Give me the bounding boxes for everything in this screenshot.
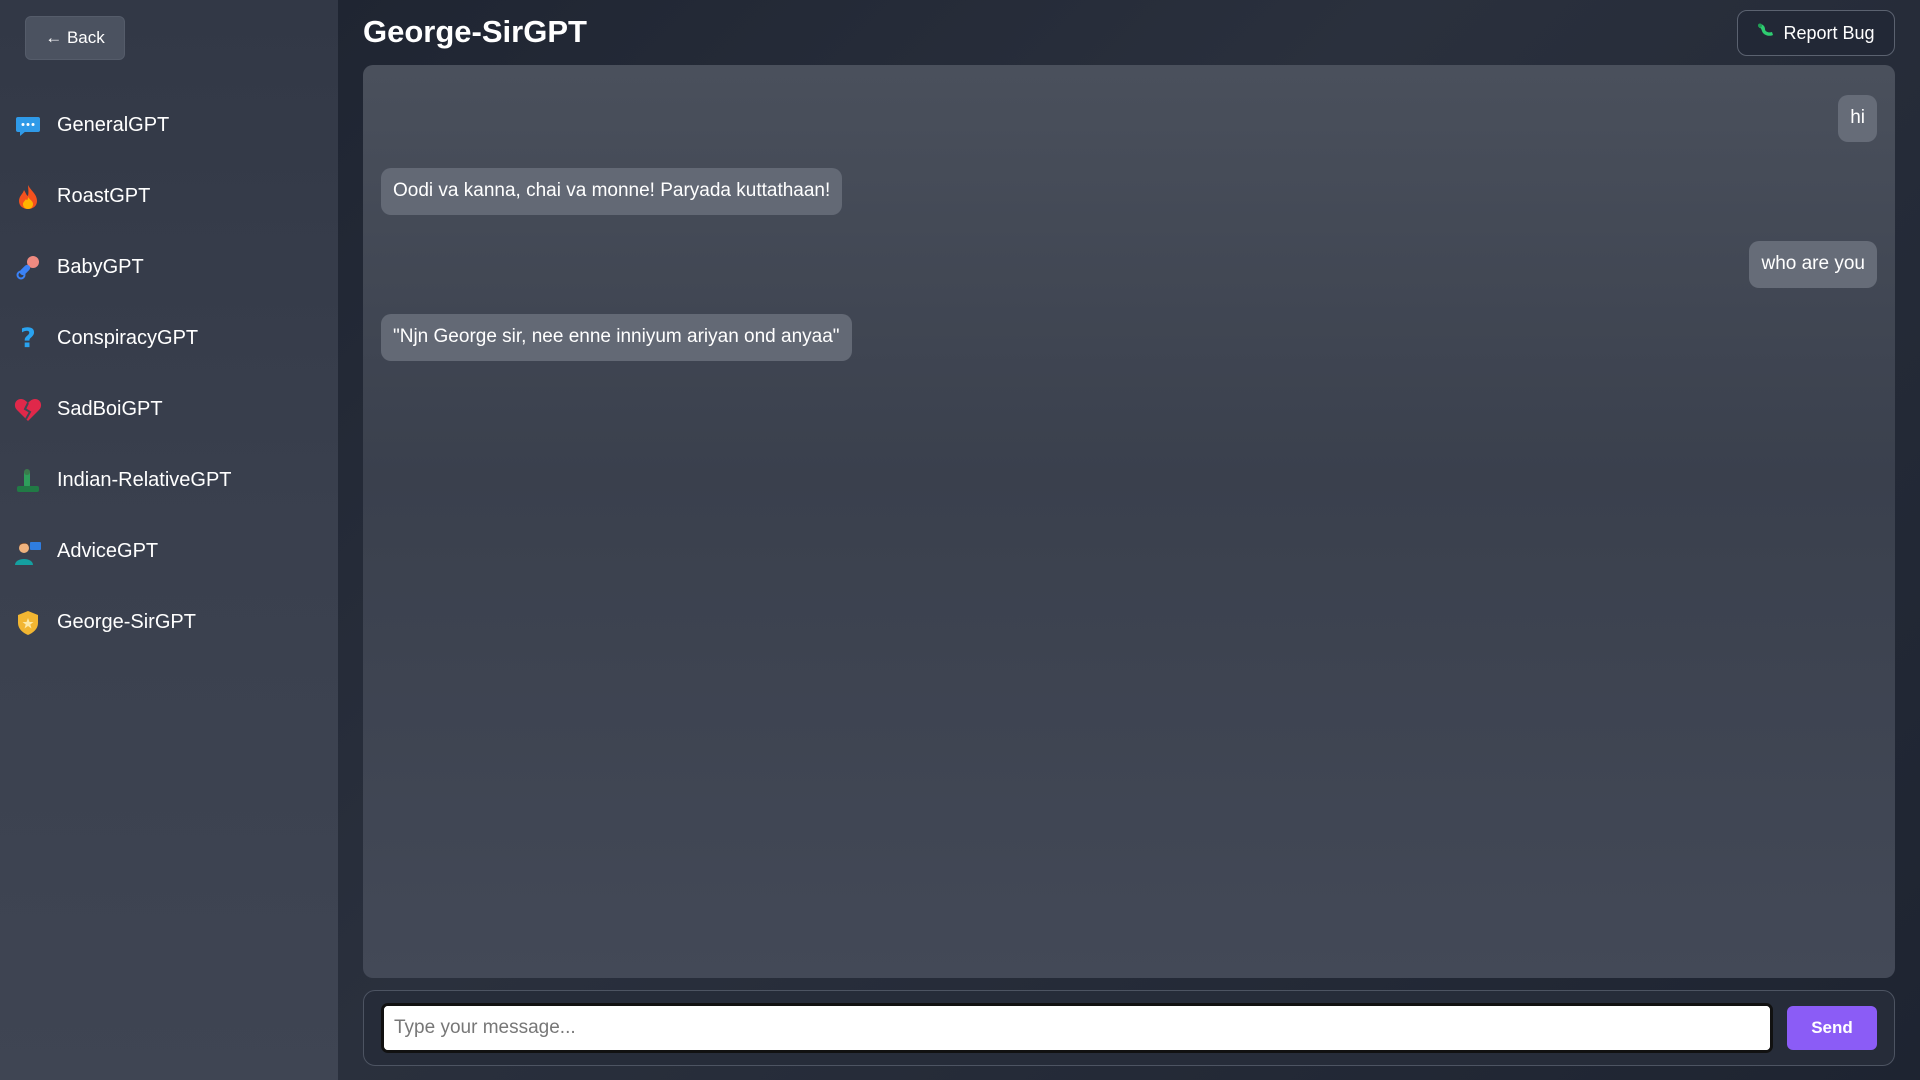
sidebar-item-label: AdviceGPT [57,540,159,562]
page-title: George-SirGPT [363,14,587,49]
badge-icon [14,609,42,637]
message-input[interactable] [381,1003,1773,1053]
sidebar-item-advicegpt[interactable]: AdviceGPT [0,516,338,587]
message-row-user: hi [381,95,1877,142]
message-composer: Send [363,990,1895,1066]
sidebar-item-label: SadBoiGPT [57,398,163,420]
sidebar-item-label: ConspiracyGPT [57,327,199,349]
sidebar-nav: GeneralGPT RoastGPT BabyGPT ? Conspiracy… [0,90,338,658]
message-row-user: who are you [381,240,1877,288]
pacifier-icon [14,254,42,282]
sidebar-item-generalgpt[interactable]: GeneralGPT [0,90,338,161]
chat-panel: hi Oodi va kanna, chai va monne! Paryada… [363,65,1895,978]
app-root: ← Back GeneralGPT RoastGPT BabyGPT ? Con… [0,0,1920,1080]
sidebar-item-label: GeneralGPT [57,114,170,136]
sidebar-item-indian-relativegpt[interactable]: Indian-RelativeGPT [0,445,338,516]
sidebar: ← Back GeneralGPT RoastGPT BabyGPT ? Con… [0,0,338,1080]
sidebar-item-label: BabyGPT [57,256,144,278]
advisor-icon [14,538,42,566]
sidebar-item-conspiracygpt[interactable]: ? ConspiracyGPT [0,303,338,374]
report-bug-button[interactable]: Report Bug [1737,10,1895,56]
sidebar-item-label: RoastGPT [57,185,151,207]
user-message-bubble: hi [1838,95,1877,142]
sidebar-item-label: George-SirGPT [57,611,196,633]
sidebar-item-label: Indian-RelativeGPT [57,469,232,491]
user-message-bubble: who are you [1749,240,1877,288]
message-row-bot: Oodi va kanna, chai va monne! Paryada ku… [381,167,1877,215]
bot-message-bubble: "Njn George sir, nee enne inniyum ariyan… [381,313,852,361]
bug-icon [1757,22,1775,45]
message-row-bot: "Njn George sir, nee enne inniyum ariyan… [381,313,1877,361]
speech-bubble-icon [14,112,42,140]
broken-heart-icon [14,396,42,424]
back-button[interactable]: ← Back [25,16,125,60]
send-button[interactable]: Send [1787,1006,1877,1050]
sidebar-item-sadboigpt[interactable]: SadBoiGPT [0,374,338,445]
question-mark-icon: ? [20,323,36,354]
sidebar-item-george-sirgpt[interactable]: George-SirGPT [0,587,338,658]
sidebar-item-babygpt[interactable]: BabyGPT [0,232,338,303]
report-bug-label: Report Bug [1783,22,1875,43]
main-area: George-SirGPT Report Bug hi Oodi va kann… [338,0,1920,1080]
bot-message-bubble: Oodi va kanna, chai va monne! Paryada ku… [381,167,843,215]
sidebar-item-roastgpt[interactable]: RoastGPT [0,161,338,232]
fire-icon [14,183,42,211]
relative-icon [14,467,42,495]
